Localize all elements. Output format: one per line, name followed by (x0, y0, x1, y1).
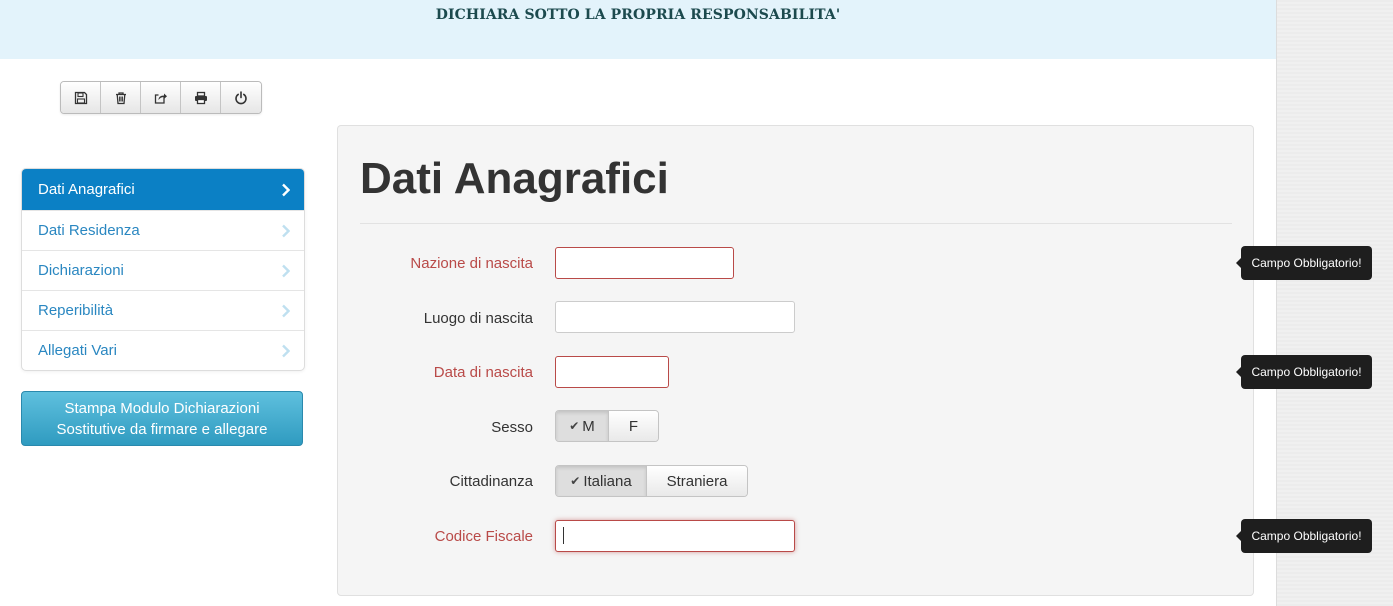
sidebar-item-dati-residenza[interactable]: Dati Residenza (22, 210, 304, 250)
top-banner: DICHIARA SOTTO LA PROPRIA RESPONSABILITA… (0, 0, 1276, 59)
codice-fiscale-wrapper (555, 520, 795, 552)
sesso-toggle: ✔ M F (555, 410, 659, 442)
sesso-label: Sesso (491, 419, 533, 436)
luogo-input[interactable] (555, 301, 795, 333)
toolbar (60, 81, 262, 114)
divider (360, 223, 1232, 224)
validation-tooltip-codice-fiscale: Campo Obbligatorio! (1236, 519, 1372, 553)
sidebar-item-label: Allegati Vari (38, 342, 117, 359)
cittadinanza-option-label: Straniera (666, 472, 728, 490)
sesso-option-label: M (582, 417, 595, 435)
share-icon (154, 93, 167, 104)
chevron-right-icon (282, 344, 290, 357)
delete-button[interactable] (101, 82, 141, 113)
text-caret (563, 527, 564, 544)
print-module-label-line2: Sostitutive da firmare e allegare (56, 420, 268, 438)
sesso-option-label: F (628, 417, 639, 435)
cittadinanza-option-label: Italiana (583, 472, 632, 490)
codice-fiscale-input[interactable] (555, 520, 795, 552)
sidebar-item-label: Dati Anagrafici (38, 181, 135, 198)
chevron-right-icon (282, 304, 290, 317)
validation-tooltip-nazione: Campo Obbligatorio! (1236, 246, 1372, 280)
sesso-option-m[interactable]: ✔ M (556, 411, 608, 441)
print-module-label-line1: Stampa Modulo Dichiarazioni (64, 399, 260, 417)
chevron-right-icon (282, 264, 290, 277)
page-gutter (1276, 0, 1393, 606)
page-title: Dati Anagrafici (360, 154, 669, 203)
sidebar-item-label: Dichiarazioni (38, 262, 124, 279)
logout-button[interactable] (221, 82, 261, 113)
sidebar-item-label: Dati Residenza (38, 222, 140, 239)
sesso-option-f[interactable]: F (608, 411, 658, 441)
print-button[interactable] (181, 82, 221, 113)
sidebar-item-allegati-vari[interactable]: Allegati Vari (22, 330, 304, 370)
sidebar-item-dati-anagrafici[interactable]: Dati Anagrafici (22, 169, 304, 210)
luogo-label: Luogo di nascita (423, 310, 533, 327)
validation-tooltip-data: Campo Obbligatorio! (1236, 355, 1372, 389)
sidebar-item-label: Reperibilità (38, 302, 114, 319)
data-nascita-label: Data di nascita (433, 364, 533, 381)
cittadinanza-option-straniera[interactable]: Straniera (646, 466, 747, 496)
chevron-right-icon (282, 224, 290, 237)
data-nascita-input[interactable] (555, 356, 669, 388)
banner-title: DICHIARA SOTTO LA PROPRIA RESPONSABILITA… (435, 7, 841, 23)
check-icon: ✔ (569, 419, 580, 433)
nazione-label: Nazione di nascita (410, 255, 533, 272)
trash-icon (115, 91, 126, 104)
chevron-right-icon (282, 183, 290, 196)
power-icon (235, 90, 247, 104)
check-icon: ✔ (570, 474, 581, 488)
sidebar-nav: Dati Anagrafici Dati Residenza Dichiaraz… (21, 168, 305, 371)
sidebar-item-reperibilita[interactable]: Reperibilità (22, 290, 304, 330)
print-icon (194, 91, 207, 104)
nazione-input[interactable] (555, 247, 734, 279)
cittadinanza-label: Cittadinanza (449, 473, 533, 490)
sidebar-item-dichiarazioni[interactable]: Dichiarazioni (22, 250, 304, 290)
save-button[interactable] (61, 82, 101, 113)
form-panel: Dati Anagrafici Nazione di nascita Luogo… (337, 125, 1254, 596)
share-button[interactable] (141, 82, 181, 113)
cittadinanza-option-italiana[interactable]: ✔ Italiana (556, 466, 646, 496)
codice-fiscale-label: Codice Fiscale (434, 528, 533, 545)
save-icon (74, 91, 87, 104)
cittadinanza-toggle: ✔ Italiana Straniera (555, 465, 748, 497)
print-module-button[interactable]: Stampa Modulo Dichiarazioni Sostitutive … (21, 391, 303, 446)
